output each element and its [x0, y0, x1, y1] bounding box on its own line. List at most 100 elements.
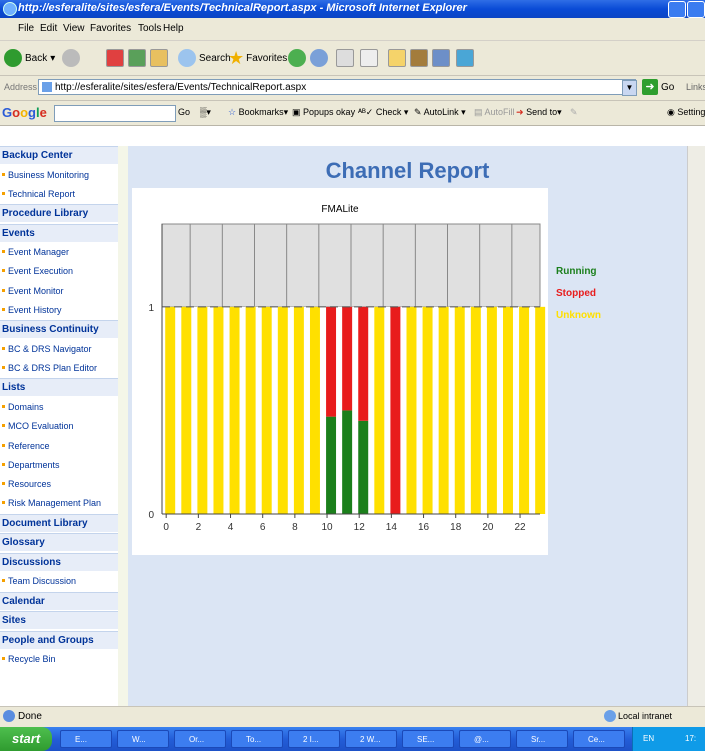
autolink-button[interactable]: ✎ AutoLink ▾: [414, 107, 466, 118]
sidebar-header-calendar[interactable]: Calendar: [0, 591, 118, 610]
x-tick-label-0: 0: [163, 522, 169, 533]
language-indicator[interactable]: EN: [643, 734, 654, 743]
google-search-input[interactable]: [54, 105, 176, 122]
system-tray: EN 17:: [632, 727, 705, 751]
bar-unknown-5: [245, 306, 256, 514]
sidebar-item-reference[interactable]: Reference: [0, 436, 118, 455]
autofill-button[interactable]: ▤ AutoFill: [474, 107, 515, 118]
sidebar-header-business-continuity[interactable]: Business Continuity: [0, 320, 118, 339]
taskbar-button-0[interactable]: E...: [60, 730, 112, 748]
edit-icon: [360, 49, 378, 67]
maximize-button[interactable]: [687, 1, 705, 18]
google-go-button[interactable]: Go: [178, 107, 190, 117]
bar-unknown-0: [165, 306, 176, 514]
sidebar-item-event-manager[interactable]: Event Manager: [0, 243, 118, 262]
x-tick-label-22: 22: [514, 522, 526, 533]
settings-button[interactable]: ◉ Settings: [667, 107, 705, 118]
pagerank-icon[interactable]: ▒▾: [200, 107, 211, 118]
sidebar-item-risk-management-plan[interactable]: Risk Management Plan: [0, 494, 118, 513]
page-done-icon: [3, 710, 15, 722]
taskbar-button-7[interactable]: @...: [459, 730, 511, 748]
bar-unknown-8: [293, 306, 304, 514]
bar-unknown-2: [197, 306, 208, 514]
menu-edit[interactable]: Edit: [40, 23, 57, 34]
taskbar-button-9[interactable]: Ce...: [573, 730, 625, 748]
intranet-icon: [604, 710, 616, 722]
go-button[interactable]: ➜ Go: [642, 79, 674, 95]
folder-button[interactable]: [388, 46, 406, 70]
y-tick-label-0: 0: [148, 510, 154, 521]
sidebar-item-mco-evaluation[interactable]: MCO Evaluation: [0, 417, 118, 436]
spellcheck-button[interactable]: ᴬᴮ✓ Check ▾: [358, 107, 408, 118]
edit-button[interactable]: [360, 46, 378, 70]
sidebar-item-bc-drs-navigator[interactable]: BC & DRS Navigator: [0, 339, 118, 358]
search-button[interactable]: Search: [178, 46, 231, 70]
sidebar-header-glossary[interactable]: Glossary: [0, 533, 118, 552]
taskbar-button-2[interactable]: Or...: [174, 730, 226, 748]
sidebar-item-domains[interactable]: Domains: [0, 397, 118, 416]
taskbar-button-6[interactable]: SE...: [402, 730, 454, 748]
research-button[interactable]: [410, 46, 428, 70]
home-button[interactable]: [150, 46, 168, 70]
chart-container: FMALite 0 1 0 2 4 6 8 10 12 14 16 18 20 22: [132, 188, 548, 555]
sidebar-header-discussions[interactable]: Discussions: [0, 552, 118, 571]
discuss-button[interactable]: [456, 46, 474, 70]
vertical-scrollbar[interactable]: [687, 146, 705, 706]
sidebar-header-lists[interactable]: Lists: [0, 378, 118, 397]
sidebar-header-sites[interactable]: Sites: [0, 611, 118, 629]
history-button[interactable]: [288, 46, 309, 70]
autolink-icon: ✎: [414, 107, 422, 117]
bar-unknown-16: [422, 306, 433, 514]
stop-button[interactable]: [106, 46, 124, 70]
address-dropdown[interactable]: ▼: [622, 80, 637, 96]
sidebar-item-departments[interactable]: Departments: [0, 455, 118, 474]
mail-button[interactable]: [310, 46, 331, 70]
search-icon: [178, 49, 196, 67]
menu-file[interactable]: File: [18, 23, 34, 34]
taskbar-button-1[interactable]: W...: [117, 730, 169, 748]
sidebar-item-event-history[interactable]: Event History: [0, 301, 118, 319]
popups-button[interactable]: ▣ Popups okay: [292, 107, 355, 118]
home-icon: [150, 49, 168, 67]
taskbar-button-3[interactable]: To...: [231, 730, 283, 748]
menu-tools[interactable]: Tools: [138, 23, 161, 34]
refresh-button[interactable]: [128, 46, 146, 70]
sidebar-item-event-monitor[interactable]: Event Monitor: [0, 281, 118, 300]
links-label[interactable]: Links: [686, 82, 705, 92]
sidebar-nav: Backup Center Business Monitoring Technica…: [0, 146, 118, 706]
start-button[interactable]: start: [0, 727, 52, 751]
sidebar-item-event-execution[interactable]: Event Execution: [0, 262, 118, 281]
bookmarks-button[interactable]: ☆ Bookmarks▾: [228, 107, 288, 118]
sendto-button[interactable]: ➜ Send to▾: [516, 107, 562, 118]
minimize-button[interactable]: [668, 1, 686, 18]
messenger-icon: [432, 49, 450, 67]
sidebar-header-people-and-groups[interactable]: People and Groups: [0, 630, 118, 649]
favorites-button[interactable]: ★ Favorites: [228, 46, 287, 70]
taskbar-button-5[interactable]: 2 W...: [345, 730, 397, 748]
sidebar-header-document-library[interactable]: Document Library: [0, 513, 118, 532]
address-input[interactable]: http://esferalite/sites/esfera/Events/Te…: [38, 79, 636, 95]
back-button[interactable]: Back ▾: [4, 46, 55, 70]
messenger-button[interactable]: [432, 46, 450, 70]
sidebar-item-bc-drs-plan-editor[interactable]: BC & DRS Plan Editor: [0, 359, 118, 378]
sidebar-header-procedure-library[interactable]: Procedure Library: [0, 204, 118, 223]
print-button[interactable]: [336, 46, 354, 70]
menu-help[interactable]: Help: [163, 23, 184, 34]
discuss-icon: [456, 49, 474, 67]
taskbar-button-4[interactable]: 2 I...: [288, 730, 340, 748]
x-tick-label-10: 10: [321, 522, 333, 533]
sidebar-item-technical-report[interactable]: Technical Report: [0, 184, 118, 203]
taskbar-button-8[interactable]: Sr...: [516, 730, 568, 748]
research-icon: [410, 49, 428, 67]
sidebar-item-business-monitoring[interactable]: Business Monitoring: [0, 165, 118, 184]
clock: 17:: [685, 734, 697, 743]
sidebar-item-team-discussion[interactable]: Team Discussion: [0, 572, 118, 591]
forward-button[interactable]: [62, 46, 83, 70]
sidebar-header-backup-center[interactable]: Backup Center: [0, 146, 118, 164]
sidebar-item-resources[interactable]: Resources: [0, 475, 118, 494]
sidebar-item-recycle-bin[interactable]: Recycle Bin: [0, 650, 118, 668]
print-icon: [336, 49, 354, 67]
sidebar-header-events[interactable]: Events: [0, 223, 118, 242]
menu-favorites[interactable]: Favorites: [90, 23, 131, 34]
menu-view[interactable]: View: [63, 23, 85, 34]
